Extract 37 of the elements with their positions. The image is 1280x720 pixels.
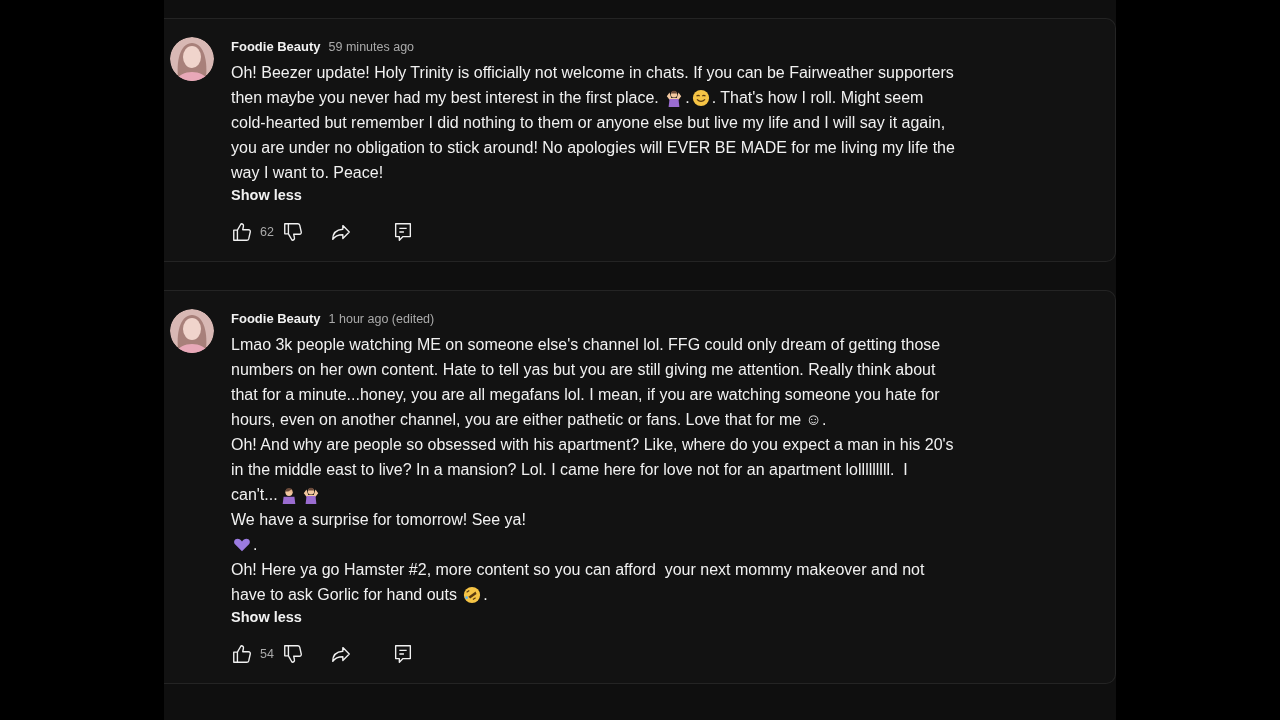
thumbs-up-icon[interactable] bbox=[231, 643, 253, 665]
comment-text: Lmao 3k people watching ME on someone else's channel lol. FFG could only dream of getting those bbox=[231, 335, 941, 355]
timestamp[interactable]: 59 minutes ago bbox=[328, 40, 415, 54]
like-count: 62 bbox=[260, 225, 274, 239]
comment-text: Oh! Here ya go Hamster #2, more content so you can afford your next mommy makeover and not bbox=[231, 560, 925, 580]
comment-text: Oh! And why are people so obsessed with his apartment? Like, where do you expect a man in his 20's bbox=[231, 435, 954, 455]
comment-text: . That's how I roll. Might seem bbox=[711, 88, 924, 108]
comment-text: have to ask Gorlic for hand outs bbox=[231, 585, 458, 605]
avatar-icon[interactable] bbox=[170, 37, 214, 81]
comment-text: cold-hearted but remember I did nothing to them or anyone else but live my life and I will say it again, bbox=[231, 113, 946, 133]
show-less-link[interactable]: Show less bbox=[231, 187, 302, 203]
author-name[interactable]: Foodie Beauty bbox=[231, 311, 321, 326]
shrugging-person-icon bbox=[301, 485, 320, 504]
comment-text: you are under no obligation to stick around! No apologies will EVER BE MADE for me living my life the bbox=[231, 138, 955, 158]
comment-text: . bbox=[483, 585, 488, 605]
comment-text: then maybe you never had my best interest in the first place. bbox=[231, 88, 660, 108]
shrugging-person-icon bbox=[665, 88, 684, 107]
show-less-link[interactable]: Show less bbox=[231, 609, 302, 625]
smiling-face-icon bbox=[691, 88, 710, 107]
comment-text: We have a surprise for tomorrow! See ya! bbox=[231, 510, 526, 530]
avatar-icon[interactable] bbox=[170, 309, 214, 353]
thumbs-up-icon[interactable] bbox=[231, 221, 253, 243]
thumbs-down-icon[interactable] bbox=[281, 643, 304, 665]
thumbs-down-icon[interactable] bbox=[281, 221, 304, 243]
author-name[interactable]: Foodie Beauty bbox=[231, 39, 321, 54]
comment-text: . bbox=[685, 88, 690, 108]
comment-text: in the middle east to live? In a mansion? Lol. I came here for love not for an apartment lolllllllll. I bbox=[231, 460, 908, 480]
comment-text: numbers on her own content. Hate to tell yas but you are still giving me attention. Really think about bbox=[231, 360, 936, 380]
comment-text: . bbox=[253, 535, 258, 555]
laughing-face-icon bbox=[463, 585, 482, 604]
comment-text: way I want to. Peace! bbox=[231, 163, 384, 183]
comment-text: hours, even on another channel, you are either pathetic or fans. Love that for me ☺. bbox=[231, 410, 827, 430]
like-count: 54 bbox=[260, 647, 274, 661]
comment-text: can't... bbox=[231, 485, 278, 505]
comment-text: Oh! Beezer update! Holy Trinity is officially not welcome in chats. If you can be Fairweather supporters bbox=[231, 63, 954, 83]
timestamp[interactable]: 1 hour ago (edited) bbox=[328, 312, 435, 326]
comment-text: that for a minute...honey, you are all megafans lol. I mean, if you are watching someone you hate for bbox=[231, 385, 940, 405]
